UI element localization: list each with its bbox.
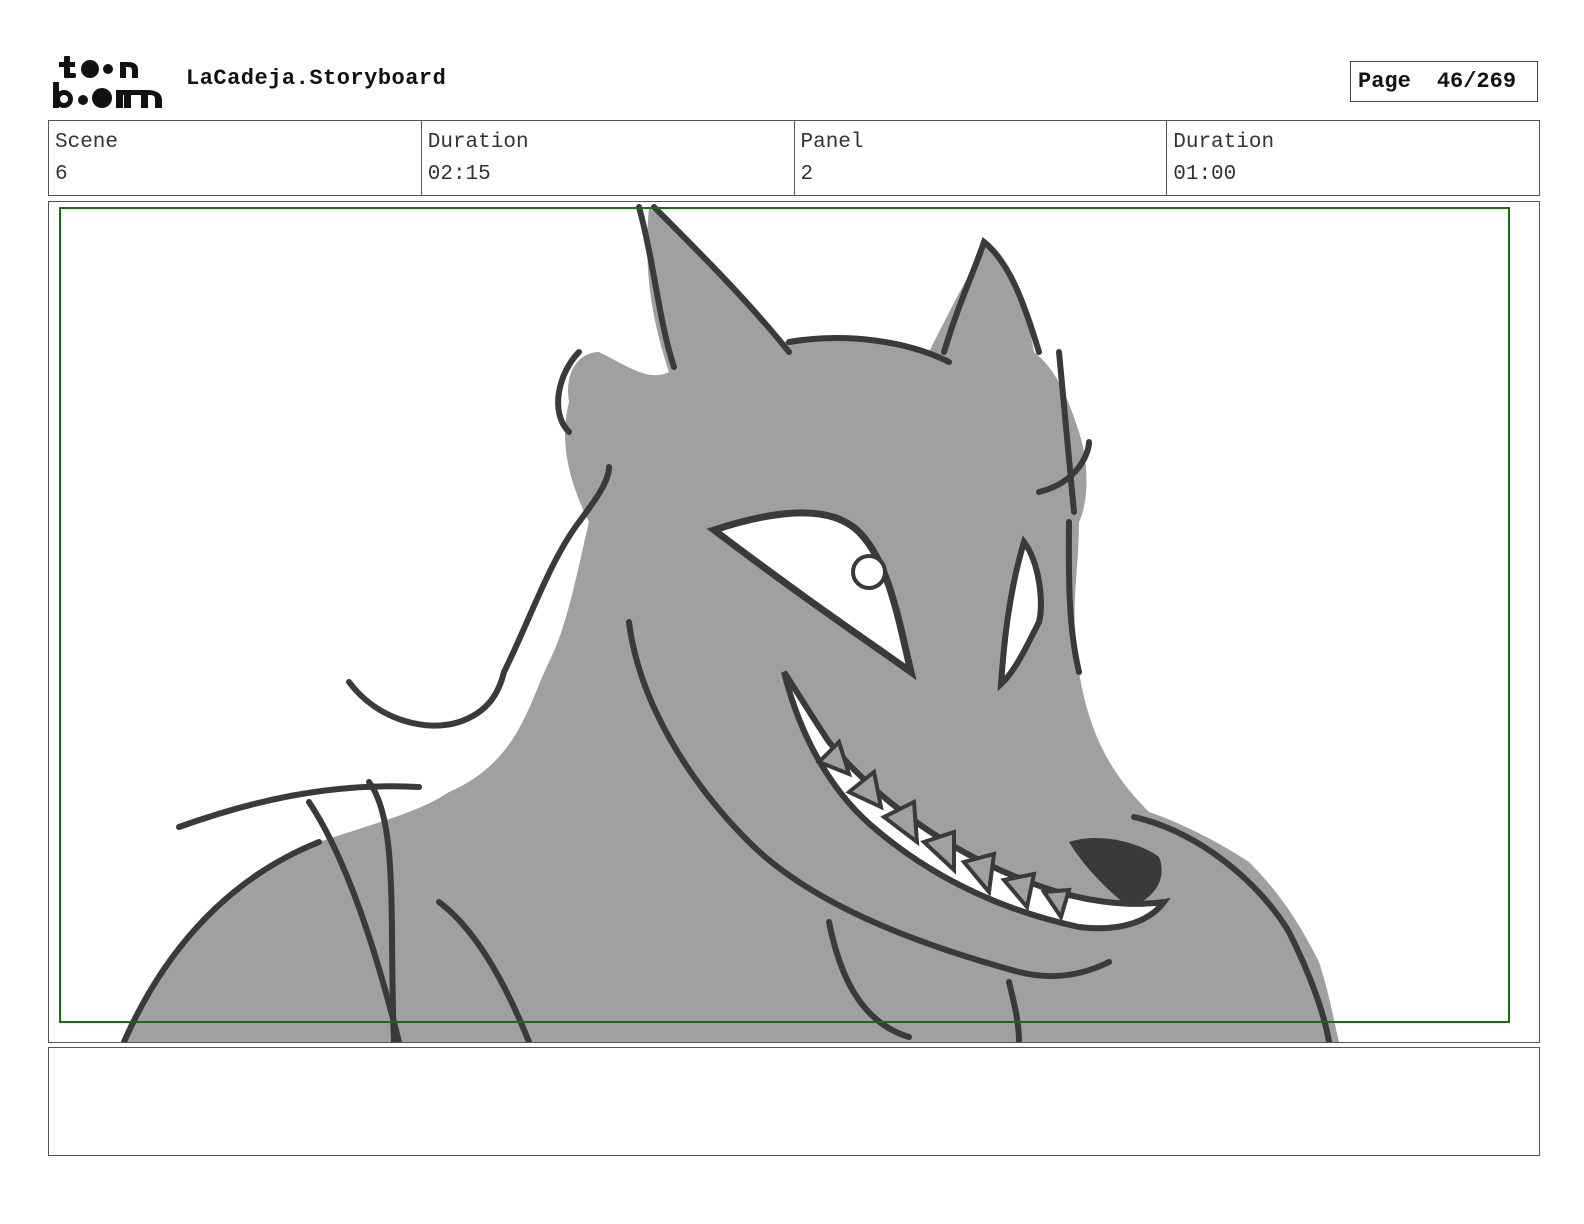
- project-title: LaCadeja.Storyboard: [186, 66, 447, 91]
- panel-duration-cell: Duration 01:00: [1167, 121, 1539, 195]
- wolf-body-fill: [124, 207, 1339, 1042]
- panel-duration-label: Duration: [1173, 131, 1275, 154]
- scene-duration-label: Duration: [427, 131, 529, 154]
- page-label: Page: [1358, 69, 1411, 94]
- panel-value: 2: [800, 163, 814, 186]
- panel-image: [59, 204, 1510, 1042]
- page-number: 46/269: [1436, 69, 1517, 94]
- scene-duration-cell: Duration 02:15: [422, 121, 795, 195]
- page-indicator: Page 46/269: [1350, 61, 1538, 102]
- scene-info-table: Scene 6 Duration 02:15 Panel 2 Duration …: [48, 120, 1540, 196]
- toonboom-logo: [53, 56, 162, 108]
- panel-label: Panel: [800, 131, 864, 154]
- scene-duration-value: 02:15: [427, 163, 491, 186]
- panel-frame: [48, 201, 1540, 1043]
- panel-cell: Panel 2: [795, 121, 1168, 195]
- scene-value: 6: [55, 163, 68, 186]
- panel-notes-box: [48, 1047, 1540, 1156]
- scene-cell: Scene 6: [49, 121, 422, 195]
- panel-duration-value: 01:00: [1173, 163, 1237, 186]
- scene-label: Scene: [55, 131, 119, 154]
